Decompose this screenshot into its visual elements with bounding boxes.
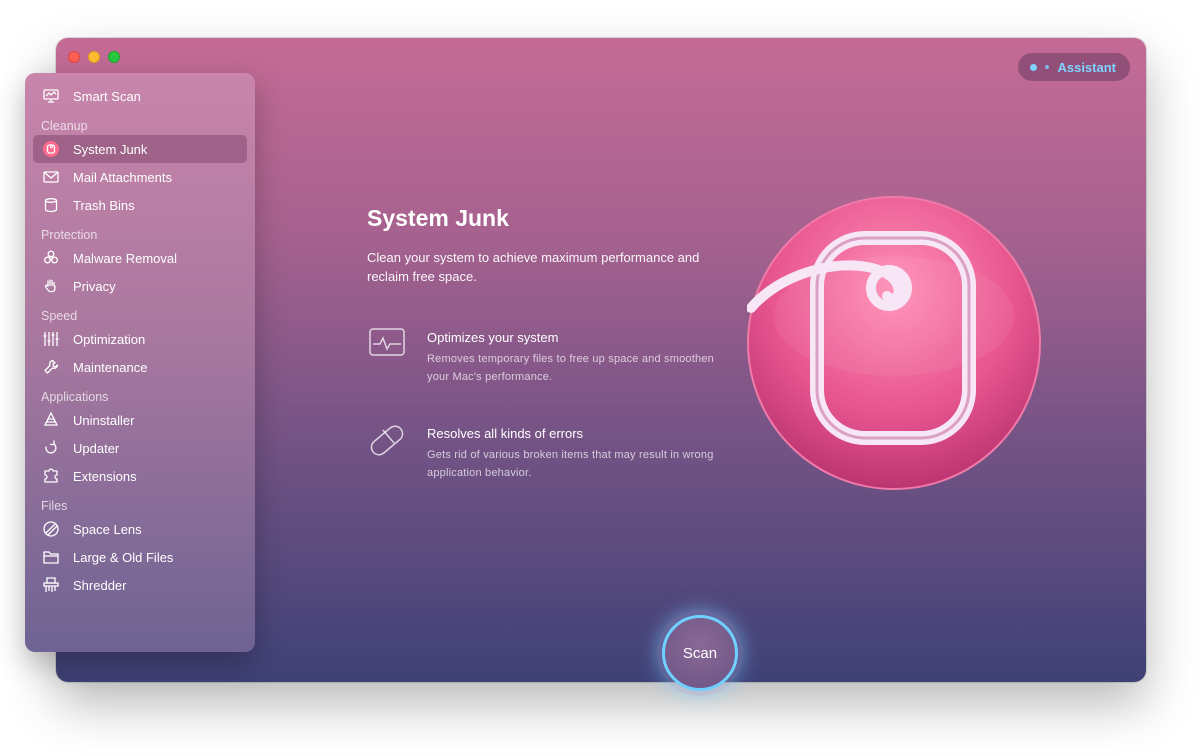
assistant-label: Assistant <box>1057 59 1116 75</box>
page-description: Clean your system to achieve maximum per… <box>367 250 700 284</box>
minimize-window-button[interactable] <box>88 51 100 63</box>
puzzle-icon <box>42 467 60 485</box>
sidebar-item-label: Smart Scan <box>73 88 141 104</box>
sidebar-item-label: Uninstaller <box>73 412 135 428</box>
system-junk-hero-icon <box>747 196 1041 490</box>
feature-title: Optimizes your system <box>427 330 559 345</box>
sidebar-item-label: Shredder <box>73 577 127 593</box>
sidebar-item-label: Space Lens <box>73 521 142 537</box>
assistant-dot-small-icon <box>1045 65 1050 69</box>
system-junk-icon <box>42 140 60 158</box>
sidebar-item-label: Malware Removal <box>73 250 178 266</box>
sidebar-item-extensions[interactable]: Extensions <box>33 462 247 490</box>
sidebar-item-privacy[interactable]: Privacy <box>33 272 247 300</box>
sidebar-item-label: Optimization <box>73 331 146 347</box>
sidebar-section-protection: Protection <box>41 228 98 242</box>
wrench-icon <box>42 358 60 376</box>
folder-icon <box>42 548 60 566</box>
sidebar-item-space-lens[interactable]: Space Lens <box>33 515 247 543</box>
sidebar-section-files: Files <box>41 499 68 513</box>
sidebar-section-cleanup: Cleanup <box>41 119 88 133</box>
sidebar-item-label: Updater <box>73 440 120 456</box>
main-content: System Junk Clean your system to achieve… <box>367 205 727 479</box>
feature-title: Resolves all kinds of errors <box>427 426 584 441</box>
scan-button[interactable]: Scan <box>662 615 738 691</box>
sidebar-item-mail-attachments[interactable]: Mail Attachments <box>33 163 247 191</box>
biohazard-icon <box>42 249 60 267</box>
sidebar-item-malware-removal[interactable]: Malware Removal <box>33 244 247 272</box>
zoom-window-button[interactable] <box>108 51 120 63</box>
assistant-dot-icon <box>1030 63 1038 71</box>
space-lens-icon <box>42 520 60 538</box>
shredder-icon <box>42 576 60 594</box>
sidebar-item-label: Privacy <box>73 278 116 294</box>
uninstaller-icon <box>42 411 60 429</box>
trash-icon <box>42 196 60 214</box>
sidebar-section-applications: Applications <box>41 390 109 404</box>
assistant-button[interactable]: Assistant <box>1018 53 1130 81</box>
feature-description: Gets rid of various broken items that ma… <box>427 449 714 479</box>
sidebar-item-maintenance[interactable]: Maintenance <box>33 353 247 381</box>
pill-icon <box>370 425 404 456</box>
envelope-icon <box>42 168 60 186</box>
sidebar-item-label: System Junk <box>73 141 148 157</box>
close-window-button[interactable] <box>68 51 80 63</box>
sidebar-section-speed: Speed <box>41 309 78 323</box>
updater-arrow-icon <box>42 439 60 457</box>
sidebar-item-label: Trash Bins <box>73 197 135 213</box>
sidebar-item-label: Mail Attachments <box>73 169 172 185</box>
page-title: System Junk <box>367 205 509 231</box>
sidebar-item-uninstaller[interactable]: Uninstaller <box>33 406 247 434</box>
sidebar-item-smart-scan[interactable]: Smart Scan <box>33 82 247 110</box>
sliders-icon <box>42 330 60 348</box>
sidebar: Smart Scan Cleanup System Junk Mail Atta… <box>25 73 255 652</box>
feature-description: Removes temporary files to free up space… <box>427 353 714 383</box>
monitor-graph-icon <box>369 328 405 356</box>
sidebar-item-label: Extensions <box>73 468 137 484</box>
sidebar-item-label: Maintenance <box>73 359 148 375</box>
hand-icon <box>42 277 60 295</box>
sidebar-item-large-old-files[interactable]: Large & Old Files <box>33 543 247 571</box>
monitor-icon <box>42 87 60 105</box>
sidebar-item-shredder[interactable]: Shredder <box>33 571 247 599</box>
sidebar-item-trash-bins[interactable]: Trash Bins <box>33 191 247 219</box>
sidebar-item-updater[interactable]: Updater <box>33 434 247 462</box>
sidebar-item-optimization[interactable]: Optimization <box>33 325 247 353</box>
sidebar-item-system-junk[interactable]: System Junk <box>33 135 247 163</box>
sidebar-item-label: Large & Old Files <box>73 549 174 565</box>
